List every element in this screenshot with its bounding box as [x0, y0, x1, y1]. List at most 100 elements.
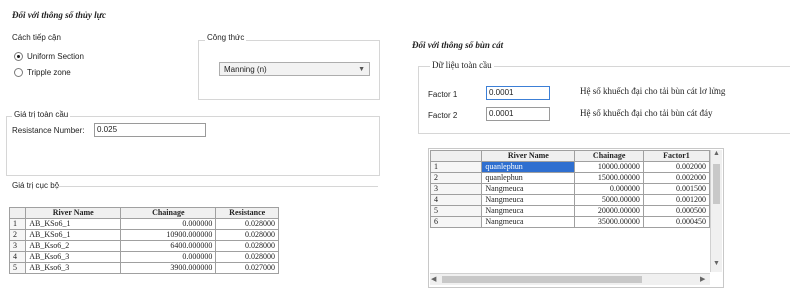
tripple-zone-radio[interactable] — [14, 68, 23, 77]
chainage-cell[interactable]: 6400.000000 — [120, 240, 217, 252]
hydraulic-title: Đối với thông số thủy lực — [12, 10, 106, 20]
factor1-cell[interactable]: 0.002000 — [642, 161, 711, 173]
row-number: 2 — [8, 229, 27, 241]
horizontal-scrollbar[interactable]: ◀ ▶ — [430, 273, 710, 285]
uniform-section-label[interactable]: Uniform Section — [27, 52, 84, 61]
global-values-label: Giá trị toàn cầu — [12, 110, 71, 119]
row-number: 3 — [429, 183, 483, 195]
table-row[interactable]: 5 AB_Kso6_3 3900.000000 0.027000 — [8, 262, 279, 274]
factor2-label: Factor 2 — [428, 111, 458, 120]
table-row[interactable]: 4 Nangmeuca 5000.00000 0.001200 — [429, 194, 711, 206]
resistance-cell[interactable]: 0.028000 — [215, 251, 279, 263]
factor1-input[interactable]: 0.0001 — [486, 86, 550, 100]
chainage-cell[interactable]: 35000.00000 — [574, 216, 644, 228]
scroll-up-icon[interactable]: ▲ — [713, 150, 720, 157]
table-row[interactable]: 1 quanlephun 10000.00000 0.002000 — [429, 161, 711, 173]
tripple-zone-label[interactable]: Tripple zone — [27, 68, 71, 77]
row-number: 5 — [8, 262, 27, 274]
scroll-down-icon[interactable]: ▼ — [713, 260, 720, 267]
table-row[interactable]: 3 Nangmeuca 0.000000 0.001500 — [429, 183, 711, 195]
river-name-cell-selected[interactable]: quanlephun — [481, 161, 576, 173]
chainage-cell[interactable]: 0.000000 — [120, 218, 217, 230]
factor1-cell[interactable]: 0.000450 — [642, 216, 711, 228]
sediment-panel: Đối với thông số bùn cát Dữ liệu toàn cầ… — [400, 0, 790, 305]
col-header-factor1[interactable]: Factor1 — [642, 150, 711, 162]
row-number: 1 — [429, 161, 483, 173]
table-row[interactable]: 2 AB_KSo6_1 10900.000000 0.028000 — [8, 229, 279, 241]
global-data-group — [418, 66, 790, 134]
row-number: 3 — [8, 240, 27, 252]
local-values-label: Giá trị cục bộ — [12, 181, 60, 190]
col-header-chainage[interactable]: Chainage — [574, 150, 644, 162]
resistance-table[interactable]: River Name Chainage Resistance 1 AB_KSo6… — [8, 207, 279, 274]
horizontal-scroll-thumb[interactable] — [442, 276, 642, 283]
river-name-cell[interactable]: Nangmeuca — [481, 183, 576, 195]
chainage-cell[interactable]: 15000.00000 — [574, 172, 644, 184]
chainage-cell[interactable]: 0.000000 — [574, 183, 644, 195]
col-header-river-name[interactable]: River Name — [25, 207, 122, 219]
table-row[interactable]: 5 Nangmeuca 20000.00000 0.000500 — [429, 205, 711, 217]
river-name-cell[interactable]: Nangmeuca — [481, 216, 576, 228]
factor2-input[interactable]: 0.0001 — [486, 107, 550, 121]
chainage-cell[interactable]: 10000.00000 — [574, 161, 644, 173]
table-corner — [8, 207, 27, 219]
resistance-cell[interactable]: 0.028000 — [215, 218, 279, 230]
resistance-cell[interactable]: 0.028000 — [215, 229, 279, 241]
river-name-cell[interactable]: AB_Kso6_3 — [25, 251, 122, 263]
col-header-resistance[interactable]: Resistance — [215, 207, 279, 219]
row-number: 1 — [8, 218, 27, 230]
river-name-cell[interactable]: AB_KSo6_1 — [25, 229, 122, 241]
factor1-description: Hệ số khuếch đại cho tải bùn cát lơ lửng — [580, 86, 726, 96]
scroll-right-icon[interactable]: ▶ — [700, 275, 705, 283]
table-corner — [429, 150, 483, 162]
chainage-cell[interactable]: 0.000000 — [120, 251, 217, 263]
row-number: 4 — [8, 251, 27, 263]
chainage-cell[interactable]: 5000.00000 — [574, 194, 644, 206]
hydraulic-panel: Đối với thông số thủy lực Cách tiếp cận … — [0, 0, 385, 305]
chainage-cell[interactable]: 10900.000000 — [120, 229, 217, 241]
approach-label: Cách tiếp cận — [12, 33, 61, 42]
table-row[interactable]: 2 quanlephun 15000.00000 0.002000 — [429, 172, 711, 184]
vertical-scrollbar[interactable]: ▲ ▼ — [710, 150, 722, 272]
formula-dropdown[interactable]: Manning (n) ▼ — [219, 62, 370, 76]
river-name-cell[interactable]: AB_KSo6_1 — [25, 218, 122, 230]
table-row[interactable]: 6 Nangmeuca 35000.00000 0.000450 — [429, 216, 711, 228]
uniform-section-radio[interactable] — [14, 52, 23, 61]
row-number: 4 — [429, 194, 483, 206]
scroll-left-icon[interactable]: ◀ — [431, 275, 436, 283]
factor-table[interactable]: River Name Chainage Factor1 1 quanlephun… — [429, 150, 711, 228]
factor1-cell[interactable]: 0.001500 — [642, 183, 711, 195]
river-name-cell[interactable]: AB_Kso6_3 — [25, 262, 122, 274]
global-data-label: Dữ liệu toàn cầu — [430, 60, 494, 70]
col-header-river-name[interactable]: River Name — [481, 150, 576, 162]
factor1-cell[interactable]: 0.001200 — [642, 194, 711, 206]
chevron-down-icon: ▼ — [358, 66, 365, 73]
vertical-scroll-thumb[interactable] — [713, 164, 720, 204]
row-number: 2 — [429, 172, 483, 184]
river-name-cell[interactable]: Nangmeuca — [481, 194, 576, 206]
table-row[interactable]: 1 AB_KSo6_1 0.000000 0.028000 — [8, 218, 279, 230]
factor2-description: Hệ số khuếch đại cho tải bùn cát đáy — [580, 108, 713, 118]
chainage-cell[interactable]: 3900.000000 — [120, 262, 217, 274]
river-name-cell[interactable]: quanlephun — [481, 172, 576, 184]
factor1-cell[interactable]: 0.000500 — [642, 205, 711, 217]
table-header-row: River Name Chainage Resistance — [8, 207, 279, 219]
river-name-cell[interactable]: AB_Kso6_2 — [25, 240, 122, 252]
col-header-chainage[interactable]: Chainage — [120, 207, 217, 219]
local-values-divider — [55, 186, 378, 187]
table-row[interactable]: 3 AB_Kso6_2 6400.000000 0.028000 — [8, 240, 279, 252]
chainage-cell[interactable]: 20000.00000 — [574, 205, 644, 217]
table-header-row: River Name Chainage Factor1 — [429, 150, 711, 162]
resistance-number-label: Resistance Number: — [12, 126, 85, 135]
row-number: 6 — [429, 216, 483, 228]
resistance-number-input[interactable]: 0.025 — [94, 123, 206, 137]
resistance-cell[interactable]: 0.027000 — [215, 262, 279, 274]
factor1-cell[interactable]: 0.002000 — [642, 172, 711, 184]
formula-dropdown-value: Manning (n) — [224, 65, 267, 74]
factor1-label: Factor 1 — [428, 90, 458, 99]
sediment-title: Đối với thông số bùn cát — [412, 40, 504, 50]
river-name-cell[interactable]: Nangmeuca — [481, 205, 576, 217]
row-number: 5 — [429, 205, 483, 217]
resistance-cell[interactable]: 0.028000 — [215, 240, 279, 252]
table-row[interactable]: 4 AB_Kso6_3 0.000000 0.028000 — [8, 251, 279, 263]
